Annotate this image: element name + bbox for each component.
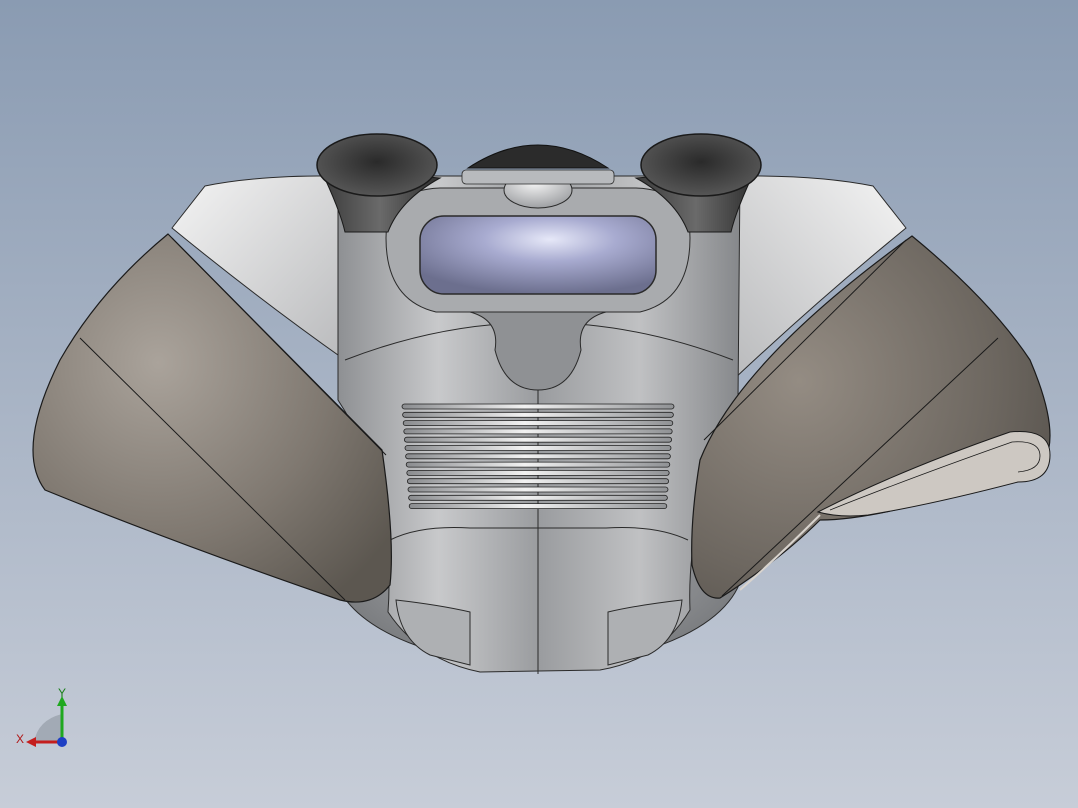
grille-slat [405, 461, 671, 468]
grille-slat [401, 403, 675, 410]
grille-slat [402, 420, 674, 427]
left-hip-recess [395, 599, 471, 666]
3d-model[interactable] [0, 0, 1078, 808]
grille-slat [408, 494, 668, 501]
grille-slat [406, 469, 670, 476]
visor [419, 215, 657, 295]
grille-slat [403, 428, 673, 435]
grille-slat [408, 503, 668, 510]
grille-slat [402, 411, 674, 418]
top-dome [466, 144, 610, 169]
grille-slat [404, 445, 672, 451]
grille-slat [406, 478, 670, 485]
z-axis [57, 737, 67, 747]
y-axis-label: Y [58, 686, 67, 700]
coordinate-triad: Y X [10, 684, 80, 754]
grille-slat [407, 486, 669, 493]
cad-graphics-viewport[interactable]: Y X [0, 0, 1078, 808]
grille-slat [403, 436, 673, 443]
right-hip-recess [607, 599, 683, 666]
grille-slat [405, 453, 671, 460]
x-axis-label: X [16, 732, 25, 746]
